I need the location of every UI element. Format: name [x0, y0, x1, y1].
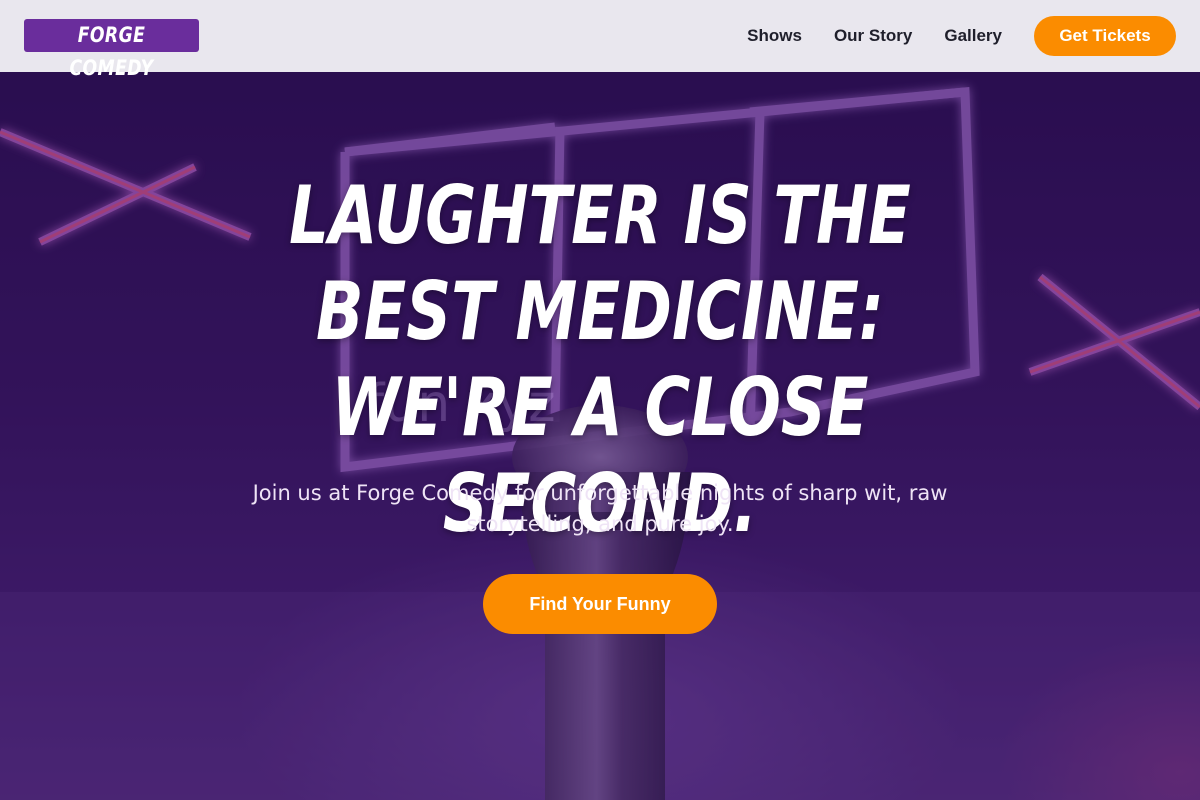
nav-link-our-story[interactable]: Our Story — [834, 26, 912, 46]
hero-content: fun xyz Laughter is the best medicine: w… — [0, 72, 1200, 800]
nav-link-shows[interactable]: Shows — [747, 26, 802, 46]
hero-subtitle: Join us at Forge Comedy for unforgettabl… — [252, 481, 948, 536]
brand-logo[interactable]: FORGE COMEDY — [24, 19, 199, 80]
hero-section: fun xyz Laughter is the best medicine: w… — [0, 72, 1200, 800]
get-tickets-button[interactable]: Get Tickets — [1034, 16, 1176, 56]
page: FORGE COMEDY Shows Our Story Gallery Get… — [0, 0, 1200, 800]
brand-logo-text: FORGE COMEDY — [69, 23, 154, 80]
top-navbar: FORGE COMEDY Shows Our Story Gallery Get… — [0, 0, 1200, 80]
find-your-funny-button[interactable]: Find Your Funny — [483, 574, 717, 634]
nav-link-gallery[interactable]: Gallery — [944, 26, 1002, 46]
nav-links: Shows Our Story Gallery — [747, 0, 1002, 72]
